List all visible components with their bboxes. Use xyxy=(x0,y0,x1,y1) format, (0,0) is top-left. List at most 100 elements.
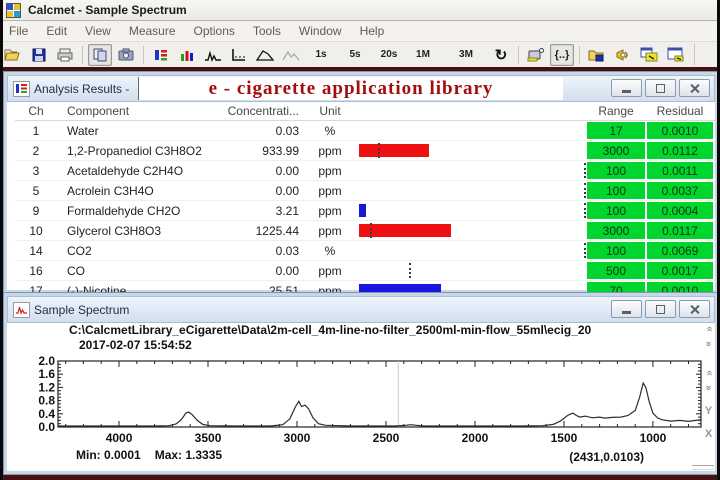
alarm-button[interactable] xyxy=(611,44,635,66)
sample-spectrum-title-bar[interactable]: Sample Spectrum xyxy=(7,296,715,323)
peak-view-button-disabled[interactable] xyxy=(279,44,303,66)
minimize-button[interactable] xyxy=(611,300,642,318)
cell-range: 500 xyxy=(587,262,645,279)
table-row-ch2[interactable]: 21,2-Propanediol C3H8O2933.99ppm30000.01… xyxy=(15,141,715,161)
restore-button[interactable] xyxy=(645,79,676,97)
export-window-icon xyxy=(667,47,684,62)
sample-spectrum-window-icon xyxy=(13,302,30,318)
copy-window-button[interactable] xyxy=(637,44,661,66)
spectrum-view-button[interactable] xyxy=(201,44,225,66)
analysis-results-title-bar[interactable]: Analysis Results - e - cigarette applica… xyxy=(7,75,715,102)
copy-button[interactable] xyxy=(88,44,112,66)
cursor-readout: (2431,0.0103) xyxy=(444,450,644,464)
cell-bar-graph xyxy=(357,241,585,260)
time-button-20s[interactable]: 20s xyxy=(373,44,405,66)
close-button[interactable] xyxy=(679,79,710,97)
x-tick-label: 4000 xyxy=(106,431,133,445)
export-window-button[interactable] xyxy=(663,44,687,66)
column-header-residual[interactable]: Residual xyxy=(647,104,713,118)
column-header-range[interactable]: Range xyxy=(587,104,645,118)
app-title-bar[interactable]: Calcmet - Sample Spectrum xyxy=(0,0,720,21)
spectrum-plot[interactable]: 40003500300025002000150010002.01.61.20.8… xyxy=(34,351,702,451)
column-header-unit[interactable]: Unit xyxy=(303,104,357,118)
cell-channel: 3 xyxy=(15,164,57,178)
cell-range: 100 xyxy=(587,162,645,179)
restore-button[interactable] xyxy=(645,300,676,318)
close-icon xyxy=(690,83,700,93)
cell-channel: 5 xyxy=(15,184,57,198)
bar-graph-view-button[interactable] xyxy=(175,44,199,66)
close-button[interactable] xyxy=(679,300,710,318)
spectrum-timestamp: 2017-02-07 15:54:52 xyxy=(79,338,192,352)
cell-residual: 0.0011 xyxy=(647,162,713,179)
app-icon xyxy=(6,3,21,18)
menu-item-measure[interactable]: Measure xyxy=(120,22,185,40)
analysis-list-icon xyxy=(154,48,168,62)
x-axis-button[interactable]: X xyxy=(702,428,715,442)
alarm-limit-marker xyxy=(584,243,586,258)
open-button[interactable] xyxy=(1,44,25,66)
table-row-ch14[interactable]: 14CO20.03%1000.0069 xyxy=(15,241,715,261)
table-row-ch10[interactable]: 10Glycerol C3H8O31225.44ppm30000.0117 xyxy=(15,221,715,241)
y-axis-button[interactable]: Y xyxy=(702,405,715,419)
copy-window-icon xyxy=(640,47,658,62)
table-row-ch5[interactable]: 5Acrolein C3H4O0.00ppm1000.0037 xyxy=(15,181,715,201)
scroll-up-button[interactable]: « xyxy=(702,323,715,335)
snapshot-button[interactable] xyxy=(524,44,548,66)
concentration-bar-blue xyxy=(359,204,366,217)
column-header-concentration[interactable]: Concentrati... xyxy=(223,104,303,118)
alarm-limit-marker xyxy=(378,143,380,158)
column-header-component[interactable]: Component xyxy=(57,104,223,118)
table-row-ch9[interactable]: 9Formaldehyde CH2O3.21ppm1000.0004 xyxy=(15,201,715,221)
time-button-5s[interactable]: 5s xyxy=(339,44,371,66)
cell-component: Acetaldehyde C2H4O xyxy=(57,164,223,178)
zoom-out-y-button[interactable]: « xyxy=(702,382,715,394)
menu-item-help[interactable]: Help xyxy=(351,22,394,40)
save-button[interactable] xyxy=(27,44,51,66)
camera-copy-button[interactable] xyxy=(114,44,138,66)
menu-item-file[interactable]: File xyxy=(0,22,37,40)
cell-range: 3000 xyxy=(587,142,645,159)
braces-icon: {..} xyxy=(555,49,570,61)
table-row-ch16[interactable]: 16CO0.00ppm5000.0017 xyxy=(15,261,715,281)
time-button-1s[interactable]: 1s xyxy=(305,44,337,66)
cell-concentration: 3.21 xyxy=(223,204,303,218)
save-view-button[interactable] xyxy=(585,44,609,66)
baseline-view-button[interactable] xyxy=(227,44,251,66)
cell-residual: 0.0017 xyxy=(647,262,713,279)
cell-residual: 0.0112 xyxy=(647,142,713,159)
analysis-results-window-icon xyxy=(13,81,30,97)
x-tick-label: 1000 xyxy=(640,431,667,445)
scroll-down-button[interactable]: « xyxy=(702,338,715,350)
zoom-in-y-button[interactable]: « xyxy=(702,367,715,379)
menu-item-edit[interactable]: Edit xyxy=(37,22,76,40)
toolbar: 1s5s20s1M 3M ↻ {..} xyxy=(0,42,720,68)
y-tick-label: 1.2 xyxy=(38,380,55,394)
refresh-button[interactable]: ↻ xyxy=(489,44,513,66)
analysis-results-view-button[interactable] xyxy=(149,44,173,66)
cell-bar-graph xyxy=(357,181,585,200)
table-row-ch3[interactable]: 3Acetaldehyde C2H4O0.00ppm1000.0011 xyxy=(15,161,715,181)
menu-item-tools[interactable]: Tools xyxy=(244,22,290,40)
menu-item-options[interactable]: Options xyxy=(185,22,244,40)
toolbar-separator xyxy=(579,46,580,64)
time-button-1m[interactable]: 1M xyxy=(407,44,439,66)
menu-item-window[interactable]: Window xyxy=(290,22,351,40)
resize-grip[interactable] xyxy=(692,465,714,470)
cell-range: 100 xyxy=(587,182,645,199)
braces-button[interactable]: {..} xyxy=(550,44,574,66)
cell-channel: 10 xyxy=(15,224,57,238)
cell-component: Water xyxy=(57,124,223,138)
time-button-3m[interactable]: 3M xyxy=(450,44,482,66)
alarm-limit-marker xyxy=(409,263,411,278)
table-row-ch1[interactable]: 1Water0.03%170.0010 xyxy=(15,121,715,141)
line-graph-view-button[interactable] xyxy=(253,44,277,66)
cell-unit: ppm xyxy=(303,264,357,278)
cell-residual: 0.0069 xyxy=(647,242,713,259)
menu-item-view[interactable]: View xyxy=(76,22,120,40)
minimize-button[interactable] xyxy=(611,79,642,97)
print-button[interactable] xyxy=(53,44,77,66)
cell-component: CO2 xyxy=(57,244,223,258)
toolbar-separator xyxy=(143,46,144,64)
column-header-ch[interactable]: Ch xyxy=(15,104,57,118)
